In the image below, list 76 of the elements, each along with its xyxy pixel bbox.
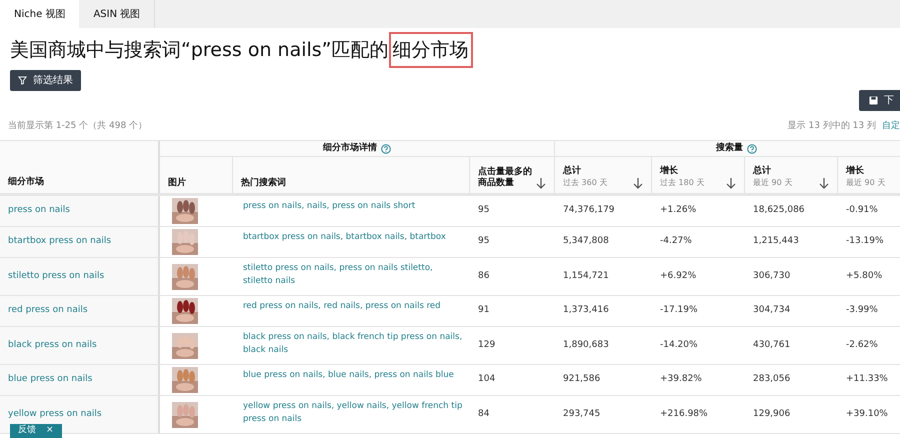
group-header: 搜索量 <box>716 142 743 155</box>
table-cell-text: +6.92% <box>660 270 696 283</box>
table-cell-text: 1,373,416 <box>563 304 609 318</box>
table-cell-text: 84 <box>478 408 490 421</box>
table-cell-text: -4.27% <box>660 235 692 248</box>
table-cell-text: 306,730 <box>753 270 790 283</box>
table-cell-text: 74,376,179 <box>563 204 615 218</box>
result-count-text: 当前显示第 1-25 个（共 498 个） <box>8 120 148 134</box>
table-cell-text: 95 <box>478 235 490 248</box>
keyword-links[interactable]: red press on nails, red nails, press on nails red <box>243 300 464 313</box>
table-cell-text: 1,215,443 <box>753 235 799 248</box>
table-cell-text: -17.19% <box>660 304 698 318</box>
niche-link[interactable]: press on nails <box>8 204 70 218</box>
table-cell-text: 430,761 <box>753 338 790 352</box>
table-cell-text: 304,734 <box>753 304 790 318</box>
table-cell-text: 293,745 <box>563 408 600 421</box>
keyword-links[interactable]: press on nails, nails, press on nails short <box>243 200 464 213</box>
help-icon[interactable] <box>381 144 391 154</box>
column-header: 总计 <box>563 166 582 177</box>
column-header: 总计 <box>753 166 772 177</box>
table-cell-text: +5.80% <box>846 270 882 283</box>
keyword-links[interactable]: black press on nails, black french tip press on nails, black nails <box>243 331 464 357</box>
column-header: 图片 <box>168 178 186 189</box>
table-cell-text: 18,625,086 <box>753 204 805 218</box>
keyword-links[interactable]: blue press on nails, blue nails, press on nails blue <box>243 369 464 382</box>
highlighted-title-text: 细分市场 <box>388 32 473 68</box>
table-cell-text: +39.10% <box>846 408 888 421</box>
column-header: 增长 <box>660 166 679 177</box>
table-cell-text: +1.26% <box>660 204 696 218</box>
table-cell-text: 283,056 <box>753 373 790 386</box>
column-header: 点击量最多的商品数量 <box>478 167 533 189</box>
sort-arrow-icon[interactable] <box>726 177 736 189</box>
table-cell-text: 129 <box>478 338 496 352</box>
close-button[interactable]: × <box>46 424 54 438</box>
table-cell-text: 1,890,683 <box>563 338 609 352</box>
keyword-links[interactable]: stiletto press on nails, press on nails stiletto, stiletto nails <box>243 262 464 288</box>
niche-link[interactable]: yellow press on nails <box>8 408 102 422</box>
sort-arrow-icon[interactable] <box>819 177 829 189</box>
save-icon <box>869 96 878 105</box>
table-cell-text: -2.62% <box>846 338 878 352</box>
column-count-text: 显示 13 列中的 13 列 <box>788 120 876 134</box>
column-subheader: 过去 360 天 <box>563 177 608 189</box>
keyword-links[interactable]: yellow press on nails, yellow nails, yellow french tip press on nails <box>243 400 464 426</box>
column-subheader: 最近 90 天 <box>846 177 886 189</box>
column-header: 热门搜索词 <box>241 178 286 189</box>
table-cell-text: -3.99% <box>846 304 878 318</box>
table-cell-text: 104 <box>478 373 496 386</box>
table-cell-text: 91 <box>478 304 490 318</box>
table-cell-text: +216.98% <box>660 408 708 421</box>
column-subheader: 最近 90 天 <box>753 177 792 189</box>
table-cell-text: +11.33% <box>846 373 888 386</box>
table-cell-text: -0.91% <box>846 204 878 218</box>
table-cell-text: 1,154,721 <box>563 270 609 283</box>
customize-link[interactable]: 自定 <box>882 120 900 134</box>
table-cell-text: 921,586 <box>563 373 600 386</box>
sort-arrow-icon[interactable] <box>536 177 546 189</box>
download-button[interactable]: 下 <box>859 90 900 111</box>
filter-button[interactable]: 筛选结果 <box>10 70 81 91</box>
page-title: 美国商城中与搜索词“press on nails”匹配的 <box>10 38 389 63</box>
column-header: 细分市场 <box>8 176 44 188</box>
column-header: 增长 <box>846 166 865 177</box>
table-cell-text: -14.20% <box>660 338 698 352</box>
table-cell-text: 86 <box>478 270 490 283</box>
group-header: 细分市场详情 <box>323 142 377 155</box>
sort-arrow-icon[interactable] <box>633 177 643 189</box>
view-tab[interactable]: Niche 视图 <box>0 0 80 28</box>
help-icon[interactable] <box>747 144 757 154</box>
table-cell-text: 95 <box>478 204 490 218</box>
table-cell-text: +39.82% <box>660 373 702 386</box>
table-cell-text: -13.19% <box>846 235 884 248</box>
table-cell-text: 5,347,808 <box>563 235 609 248</box>
column-subheader: 过去 180 天 <box>660 177 704 189</box>
table-cell-text: 129,906 <box>753 408 790 421</box>
filter-icon <box>18 76 27 85</box>
keyword-links[interactable]: btartbox press on nails, btartbox nails, btartbox <box>243 231 464 244</box>
feedback-button[interactable]: 反馈 <box>18 424 36 438</box>
